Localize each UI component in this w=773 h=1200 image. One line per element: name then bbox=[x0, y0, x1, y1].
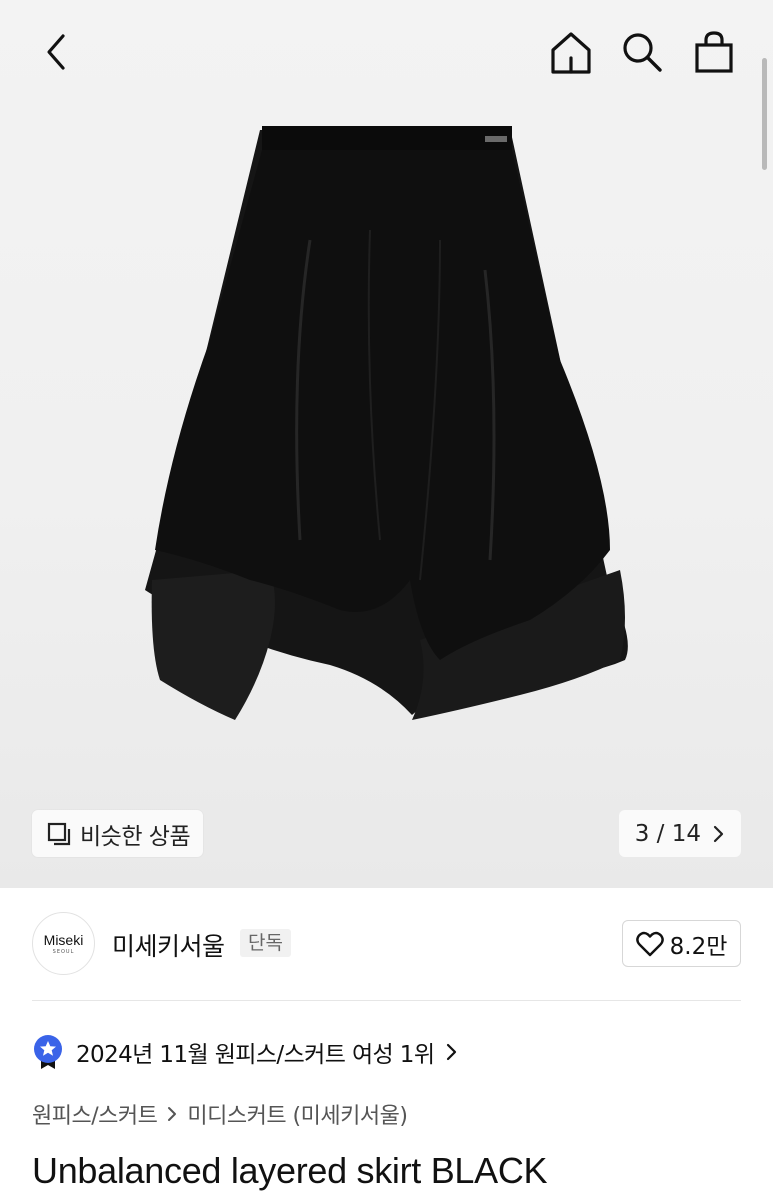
product-image-skirt[interactable] bbox=[140, 120, 640, 730]
brand-like-button[interactable]: 8.2만 bbox=[622, 920, 741, 967]
similar-products-button[interactable]: 비슷한 상품 bbox=[32, 810, 204, 857]
home-icon bbox=[551, 32, 591, 74]
top-navigation-bar bbox=[0, 0, 773, 104]
product-image-gallery[interactable]: 비슷한 상품 3 / 14 bbox=[0, 0, 773, 888]
breadcrumb: 원피스/스커트 미디스커트 (미세키서울) bbox=[32, 1096, 408, 1132]
like-count: 8.2만 bbox=[669, 933, 728, 960]
home-button[interactable] bbox=[546, 28, 596, 78]
back-button[interactable] bbox=[34, 30, 78, 74]
breadcrumb-subcategory[interactable]: 미디스커트 (미세키서울) bbox=[187, 1098, 408, 1130]
chevron-right-icon bbox=[168, 1107, 177, 1121]
layers-icon bbox=[47, 822, 71, 845]
image-counter-button[interactable]: 3 / 14 bbox=[618, 810, 741, 857]
brand-row: Miseki SEOUL 미세키서울 단독 8.2만 bbox=[32, 912, 741, 976]
chevron-right-icon bbox=[713, 825, 724, 842]
chevron-left-icon bbox=[47, 34, 65, 70]
brand-logo[interactable]: Miseki SEOUL bbox=[32, 912, 95, 975]
breadcrumb-category[interactable]: 원피스/스커트 bbox=[32, 1098, 158, 1130]
cart-button[interactable] bbox=[690, 28, 738, 76]
search-icon bbox=[623, 33, 662, 72]
chevron-right-icon bbox=[447, 1043, 457, 1061]
brand-name-link[interactable]: 미세키서울 bbox=[112, 927, 225, 963]
ranking-link[interactable]: 2024년 11월 원피스/스커트 여성 1위 bbox=[32, 1030, 458, 1074]
ranking-badge-icon bbox=[34, 1035, 62, 1069]
product-title: Unbalanced layered skirt BLACK bbox=[32, 1150, 548, 1191]
heart-icon bbox=[635, 931, 664, 956]
exclusive-badge: 단독 bbox=[240, 929, 291, 957]
search-button[interactable] bbox=[618, 28, 666, 76]
similar-products-label: 비슷한 상품 bbox=[80, 823, 191, 850]
brand-logo-text: Miseki bbox=[43, 931, 84, 948]
shopping-bag-icon bbox=[695, 31, 733, 73]
section-divider bbox=[32, 1000, 741, 1001]
page-scrollbar[interactable] bbox=[762, 58, 767, 170]
image-counter: 3 / 14 bbox=[634, 820, 701, 847]
brand-logo-subtext: SEOUL bbox=[52, 948, 75, 955]
ranking-text: 2024년 11월 원피스/스커트 여성 1위 bbox=[76, 1042, 435, 1068]
